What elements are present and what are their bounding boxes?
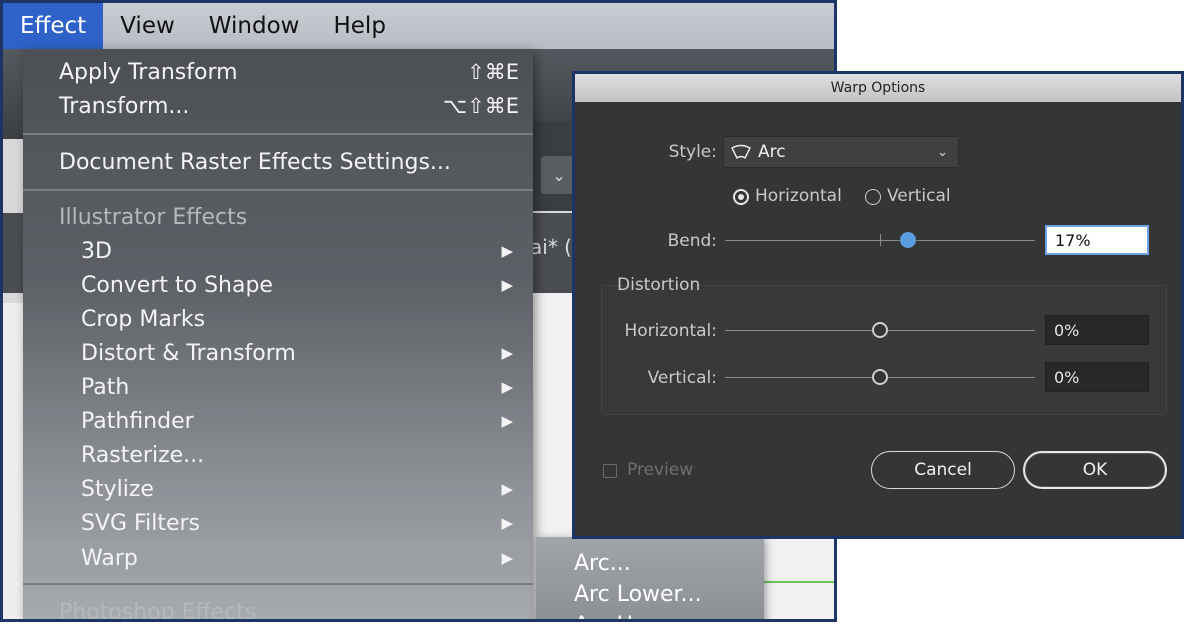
preview-label: Preview: [627, 460, 694, 480]
menu-item-label: Pathfinder: [81, 408, 194, 434]
vertical-radio[interactable]: [865, 189, 881, 205]
distortion-horizontal-input[interactable]: 0%: [1045, 315, 1149, 345]
menu-separator: [23, 189, 533, 191]
menu-view[interactable]: View: [103, 3, 192, 49]
effect-menu: Apply Transform ⇧⌘E Transform... ⌥⇧⌘E Do…: [23, 49, 533, 622]
distortion-vertical-label: Vertical:: [647, 368, 717, 388]
menu-item-label: Stylize: [81, 476, 154, 502]
menu-item-crop-marks[interactable]: Crop Marks: [23, 302, 533, 336]
shortcut-label: ⇧⌘E: [467, 60, 519, 84]
submenu-arrow-icon: ▶: [501, 242, 513, 260]
distortion-title: Distortion: [617, 275, 701, 295]
submenu-arrow-icon: ▶: [501, 276, 513, 294]
style-value: Arc: [758, 142, 786, 162]
submenu-arrow-icon: ▶: [501, 514, 513, 532]
vertical-radio-label: Vertical: [887, 186, 951, 206]
menu-item-convert-to-shape[interactable]: Convert to Shape ▶: [23, 268, 533, 302]
menu-header-label: Photoshop Effects: [59, 599, 257, 622]
menu-separator: [23, 583, 533, 585]
menu-item-label: 3D: [81, 238, 112, 264]
menu-item-path[interactable]: Path ▶: [23, 370, 533, 404]
bend-label: Bend:: [667, 231, 717, 251]
style-label: Style:: [668, 142, 717, 162]
menu-item-distort-transform[interactable]: Distort & Transform ▶: [23, 336, 533, 370]
canvas-edge: [3, 303, 23, 619]
bend-slider-center-tick: [880, 234, 881, 246]
menu-window[interactable]: Window: [192, 3, 317, 49]
menu-item-label: SVG Filters: [81, 510, 201, 536]
menu-item-stylize[interactable]: Stylize ▶: [23, 472, 533, 506]
document-tab-label[interactable]: ai* (: [530, 235, 572, 259]
menu-item-document-raster-effects[interactable]: Document Raster Effects Settings...: [23, 145, 533, 179]
menu-item-label: Document Raster Effects Settings...: [59, 149, 451, 175]
menu-bar: Effect View Window Help: [3, 3, 834, 49]
menu-item-transform[interactable]: Transform... ⌥⇧⌘E: [23, 89, 533, 123]
submenu-arrow-icon: ▶: [501, 549, 513, 567]
submenu-arrow-icon: ▶: [501, 344, 513, 362]
menu-item-label: Apply Transform: [59, 59, 238, 85]
menu-effect[interactable]: Effect: [3, 3, 104, 49]
menu-item-label: Distort & Transform: [81, 340, 296, 366]
menu-item-svg-filters[interactable]: SVG Filters ▶: [23, 506, 533, 540]
menu-item-label: Rasterize...: [81, 442, 205, 468]
shortcut-label: ⌥⇧⌘E: [442, 94, 519, 118]
bend-input[interactable]: 17%: [1045, 225, 1149, 255]
chevron-down-icon: ⌄: [937, 144, 948, 160]
distortion-horizontal-knob[interactable]: [872, 322, 888, 338]
arc-style-icon: [731, 144, 751, 160]
preview-checkbox[interactable]: [603, 464, 617, 478]
dialog-title: Warp Options: [575, 74, 1181, 102]
menu-item-label: Crop Marks: [81, 306, 206, 332]
submenu-arrow-icon: ▶: [501, 378, 513, 396]
menu-item-apply-transform[interactable]: Apply Transform ⇧⌘E: [23, 55, 533, 89]
submenu-item-arc-upper[interactable]: Arc Upper...: [574, 613, 702, 619]
menu-item-pathfinder[interactable]: Pathfinder ▶: [23, 404, 533, 438]
selection-guide: [763, 581, 834, 583]
menu-help[interactable]: Help: [316, 3, 402, 49]
menu-item-label: Warp: [81, 545, 138, 571]
distortion-horizontal-label: Horizontal:: [624, 321, 717, 341]
menu-item-label: Path: [81, 374, 130, 400]
menu-item-label: Convert to Shape: [81, 272, 273, 298]
horizontal-radio-label: Horizontal: [755, 186, 842, 206]
submenu-item-arc[interactable]: Arc...: [574, 551, 631, 576]
warp-submenu: Arc... Arc Lower... Arc Upper...: [536, 537, 764, 619]
submenu-arrow-icon: ▶: [501, 480, 513, 498]
menu-separator: [23, 133, 533, 135]
menu-item-label: Transform...: [59, 93, 190, 119]
cancel-button[interactable]: Cancel: [871, 451, 1015, 489]
distortion-group: [601, 285, 1167, 415]
horizontal-radio[interactable]: [733, 189, 749, 205]
menu-header-illustrator-effects: Illustrator Effects: [23, 200, 533, 234]
distortion-vertical-knob[interactable]: [872, 369, 888, 385]
menu-header-label: Illustrator Effects: [59, 204, 248, 230]
menu-header-photoshop-effects: Photoshop Effects: [23, 595, 533, 622]
submenu-item-arc-lower[interactable]: Arc Lower...: [574, 582, 702, 607]
menu-item-warp[interactable]: Warp ▶: [23, 541, 533, 575]
menu-item-rasterize[interactable]: Rasterize...: [23, 438, 533, 472]
submenu-arrow-icon: ▶: [501, 412, 513, 430]
ok-button[interactable]: OK: [1023, 451, 1167, 489]
warp-options-dialog: Warp Options Style: Arc ⌄ Horizontal Ver…: [572, 71, 1184, 539]
menu-item-3d[interactable]: 3D ▶: [23, 234, 533, 268]
bend-slider-knob[interactable]: [899, 232, 916, 248]
distortion-vertical-input[interactable]: 0%: [1045, 362, 1149, 392]
style-dropdown[interactable]: Arc ⌄: [723, 136, 959, 168]
